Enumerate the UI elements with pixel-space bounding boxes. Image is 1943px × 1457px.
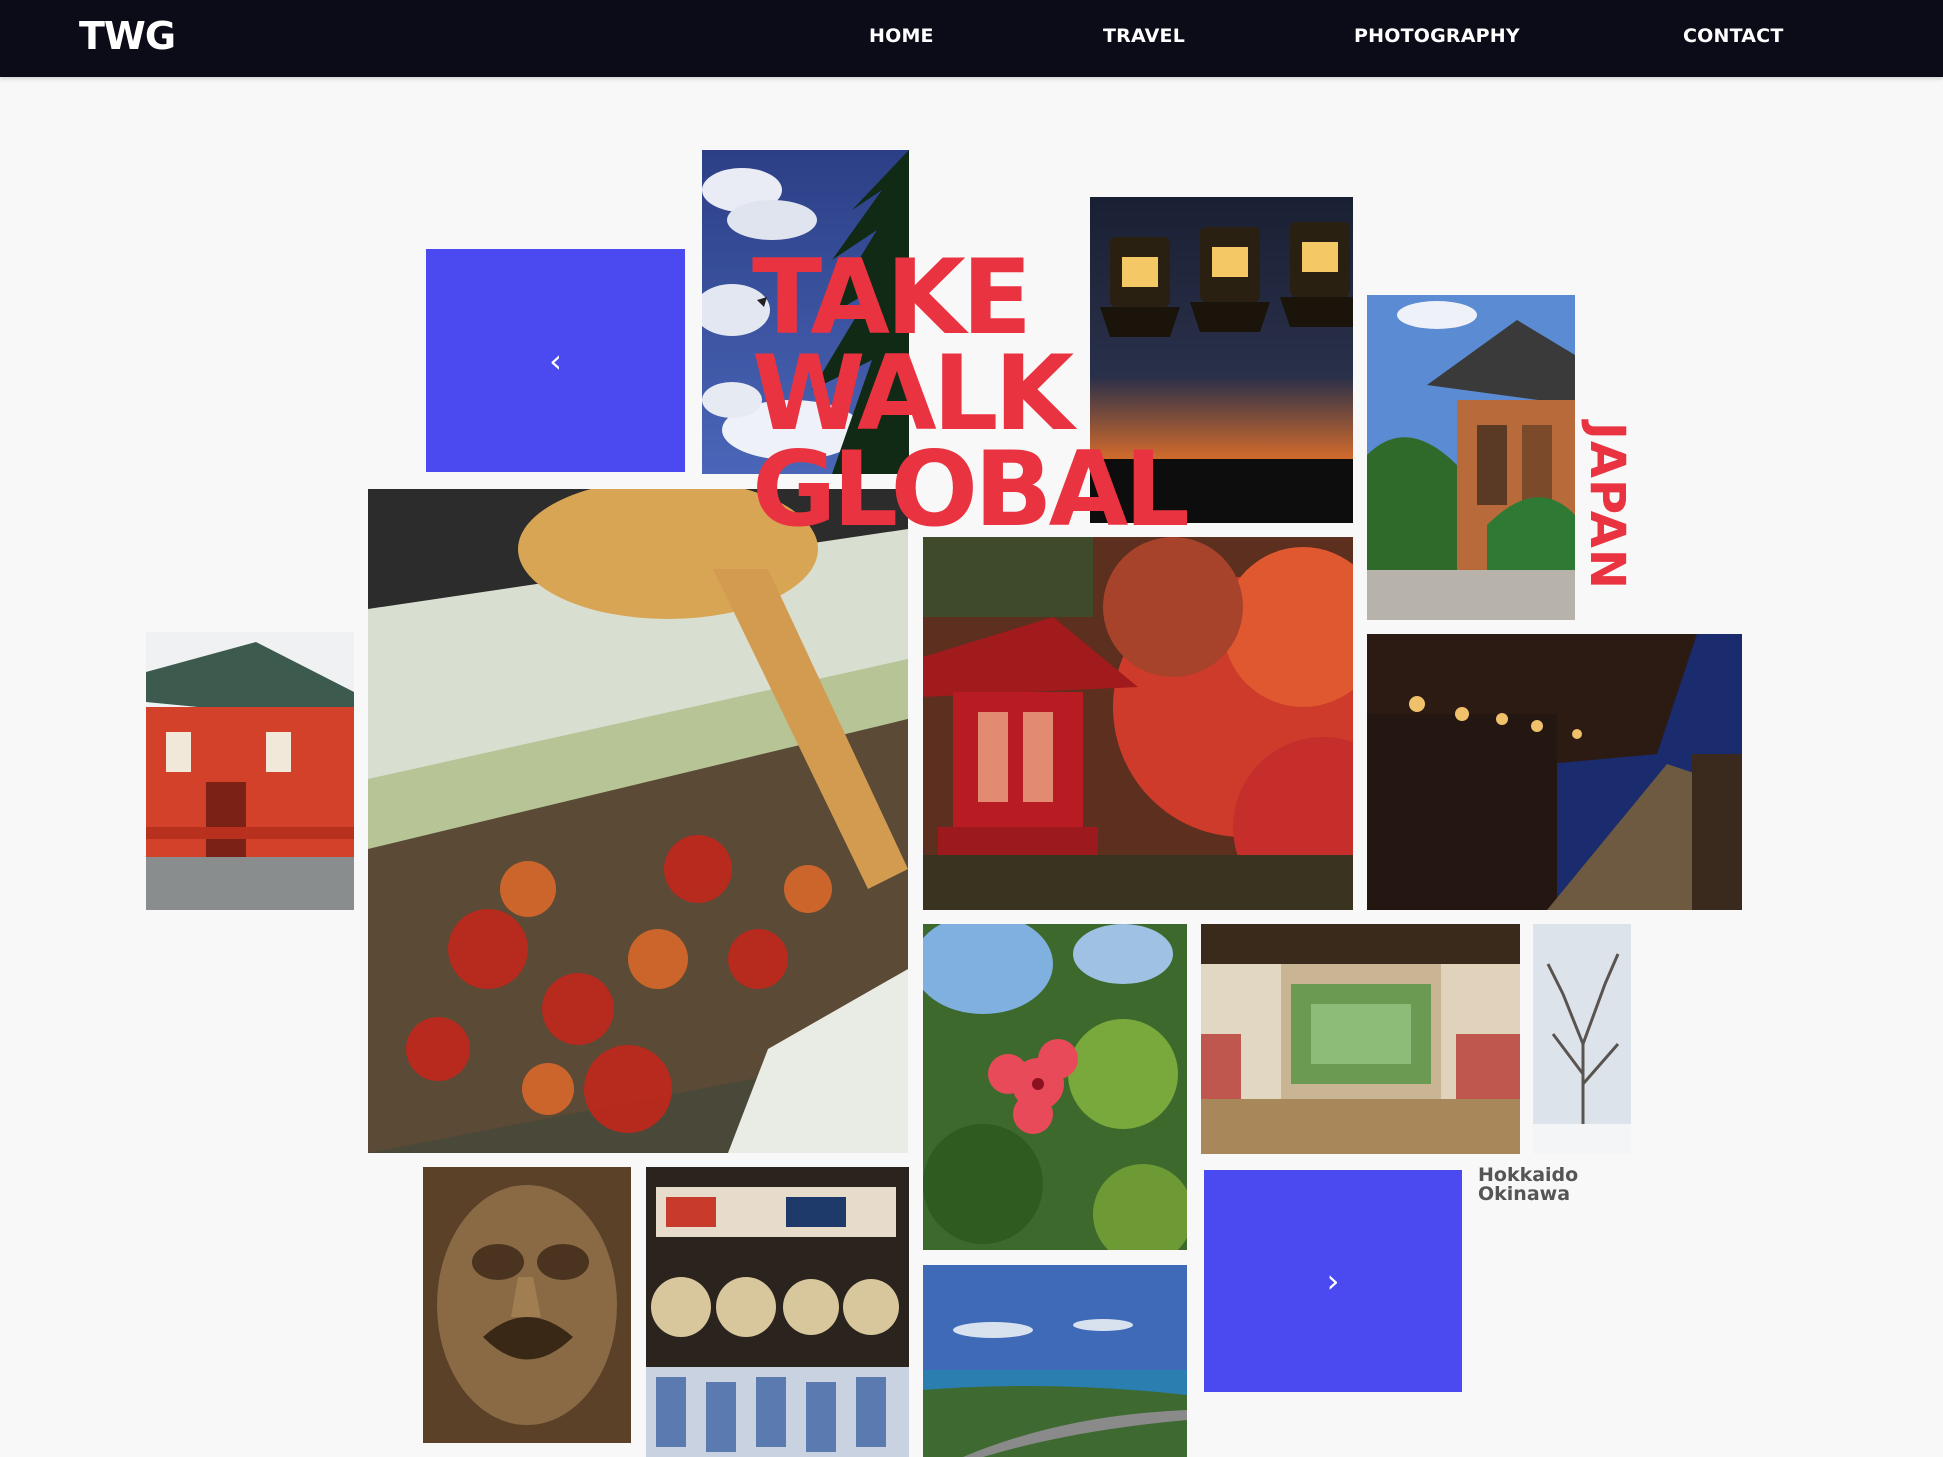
snowy-tree-photo	[1533, 924, 1631, 1154]
site-logo[interactable]: TWG	[79, 17, 176, 55]
autumn-lantern-photo	[923, 537, 1353, 910]
nav-photography-link[interactable]: PHOTOGRAPHY	[1354, 27, 1520, 46]
hero-headline-line-3: GLOBAL	[752, 430, 1190, 550]
hibiscus-flower-photo	[923, 924, 1187, 1250]
tatami-room-photo	[1201, 924, 1520, 1154]
chevron-left-icon: ‹	[549, 341, 562, 380]
region-list: Hokkaido Okinawa	[1478, 1166, 1578, 1204]
temple-building-photo	[1367, 295, 1575, 620]
nav-contact-link[interactable]: CONTACT	[1683, 27, 1784, 46]
carved-face-photo	[423, 1167, 631, 1443]
chevron-right-icon: ›	[1326, 1262, 1340, 1300]
carousel-prev-button[interactable]: ‹	[426, 249, 685, 472]
top-navigation-bar: TWG HOME TRAVEL PHOTOGRAPHY CONTACT	[0, 0, 1943, 77]
hero-headline-line-1: TAKE	[752, 238, 1032, 358]
night-corridor-photo	[1367, 634, 1742, 910]
nav-home-link[interactable]: HOME	[869, 27, 934, 46]
nav-travel-link[interactable]: TRAVEL	[1103, 27, 1185, 46]
hero-headline-line-2: WALK	[752, 334, 1074, 454]
water-basin-maple-photo	[368, 489, 908, 1153]
country-label: JAPAN	[1579, 422, 1635, 591]
hero-headline: TAKE WALK GLOBAL	[752, 238, 1190, 550]
red-shrine-photo	[146, 632, 354, 910]
carousel-next-button[interactable]: ›	[1204, 1170, 1462, 1392]
shamisen-shop-photo	[646, 1167, 909, 1457]
region-okinawa-link[interactable]: Okinawa	[1478, 1185, 1578, 1204]
coastal-view-photo	[923, 1265, 1187, 1457]
